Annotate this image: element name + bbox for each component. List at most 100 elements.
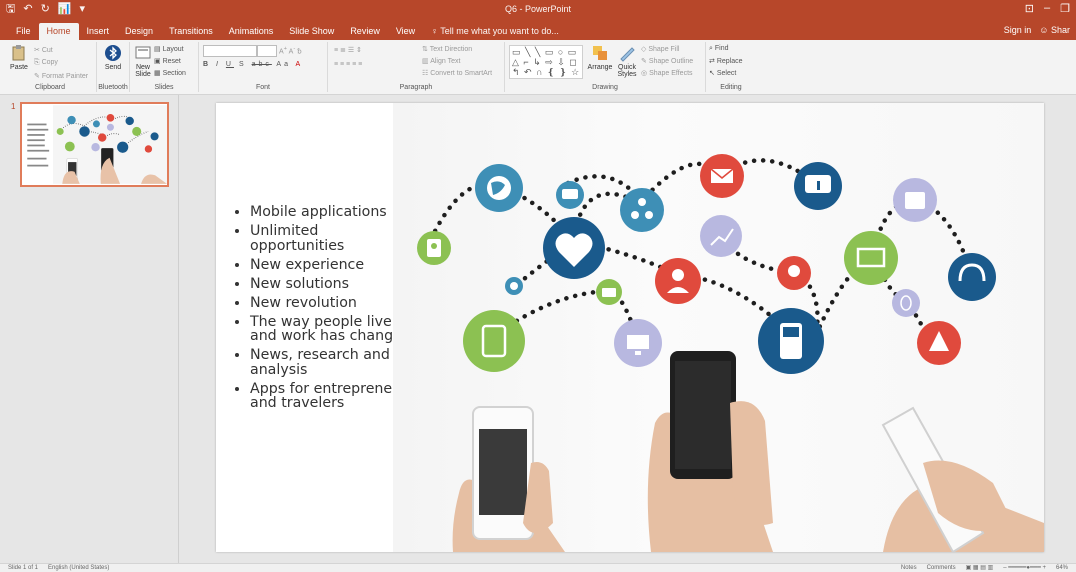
font-group: A+ A- ␢ B I U S abc Aa A Font bbox=[199, 42, 328, 92]
tab-slide-show[interactable]: Slide Show bbox=[281, 23, 342, 40]
sign-in-link[interactable]: Sign in bbox=[1004, 25, 1032, 35]
share-button[interactable]: ☺ Shar bbox=[1039, 25, 1070, 35]
bluetooth-icon bbox=[105, 45, 121, 61]
replace-button[interactable]: ⇄ Replace bbox=[709, 57, 743, 65]
shape-outline-button[interactable]: ✎ Shape Outline bbox=[641, 57, 693, 65]
phone-app-icon bbox=[758, 308, 824, 374]
convert-smartart-button[interactable]: ☷ Convert to SmartArt bbox=[422, 69, 492, 77]
list-buttons[interactable]: ≡ ≣ ☰ ⇕ bbox=[334, 46, 362, 54]
shape-effects-button[interactable]: ◎ Shape Effects bbox=[641, 69, 693, 77]
font-size-box[interactable] bbox=[257, 45, 277, 57]
tell-me-search[interactable]: ♀ Tell me what you want to do... bbox=[423, 23, 567, 40]
font-color-button[interactable]: A bbox=[296, 61, 304, 68]
restore-icon[interactable]: ❐ bbox=[1060, 2, 1070, 15]
shapes-gallery[interactable]: ▭ ╲ ╲ ▭ ○ ▭ △ ⌐ ↳ ⇨ ⇩ ◻ ↰ ↶ ∩ ❴ ❵ ☆ bbox=[509, 45, 584, 79]
minimize-icon[interactable]: – bbox=[1044, 2, 1050, 15]
replace-icon: ⇄ bbox=[709, 58, 715, 65]
bold-button[interactable]: B bbox=[203, 61, 211, 68]
lightbulb-icon: ♀ bbox=[431, 26, 438, 36]
text-direction-icon: ⇅ bbox=[422, 46, 428, 53]
paragraph-group: ≡ ≣ ☰ ⇕ ≡ ≡ ≡ ≡ ≡ ⇅ Text Direction ▥ Ali… bbox=[328, 42, 505, 92]
smartart-icon: ☷ bbox=[422, 70, 429, 77]
tab-file[interactable]: File bbox=[8, 23, 39, 40]
tab-design[interactable]: Design bbox=[117, 23, 161, 40]
briefcase-app-icon bbox=[596, 279, 622, 305]
chart-app-icon bbox=[700, 215, 742, 257]
change-case-button[interactable]: Aa bbox=[276, 61, 291, 68]
align-text-button[interactable]: ▥ Align Text bbox=[422, 57, 460, 65]
reset-button[interactable]: ▣ Reset bbox=[154, 57, 181, 65]
paste-button[interactable]: Paste bbox=[8, 44, 30, 71]
shadow-button[interactable]: S bbox=[239, 61, 247, 68]
window-title: Q6 - PowerPoint bbox=[504, 4, 572, 14]
bullet-list[interactable]: Mobile applications Unlimited opportunit… bbox=[230, 205, 415, 415]
ribbon-tabs: File Home Insert Design Transitions Anim… bbox=[8, 23, 567, 40]
tab-home[interactable]: Home bbox=[38, 23, 79, 40]
editing-group: ⌕ Find ⇄ Replace ↖ Select Editing bbox=[706, 42, 756, 92]
layout-button[interactable]: ▤ Layout bbox=[154, 45, 184, 53]
bullet-item: Apps for entrepreneurs and travelers bbox=[250, 381, 415, 411]
title-bar: 🖫 ↶ ↻ 📊 ▾ Q6 - PowerPoint ⊡ – ❐ bbox=[0, 0, 1076, 20]
cut-button[interactable]: ✂ Cut bbox=[34, 46, 53, 54]
ribbon-display-options-icon[interactable]: ⊡ bbox=[1025, 2, 1034, 15]
find-button[interactable]: ⌕ Find bbox=[709, 45, 729, 53]
bullet-item: The way people live and work has changed bbox=[250, 314, 415, 344]
arrange-icon bbox=[593, 46, 607, 60]
tab-review[interactable]: Review bbox=[342, 23, 388, 40]
align-text-icon: ▥ bbox=[422, 58, 429, 65]
slides-group: New Slide ▤ Layout ▣ Reset ▦ Section Sli… bbox=[130, 42, 199, 92]
ribbon-tabs-bar: File Home Insert Design Transitions Anim… bbox=[0, 20, 1076, 40]
underline-button[interactable]: U bbox=[226, 61, 234, 68]
slide-thumbnail-1[interactable] bbox=[20, 102, 169, 187]
tab-transitions[interactable]: Transitions bbox=[161, 23, 221, 40]
clipboard-group-label: Clipboard bbox=[35, 84, 65, 91]
format-painter-button[interactable]: ✎ Format Painter bbox=[34, 72, 88, 80]
window-controls: ⊡ – ❐ bbox=[1025, 2, 1070, 15]
person-chat-app-icon bbox=[777, 256, 811, 290]
tab-animations[interactable]: Animations bbox=[221, 23, 282, 40]
drawing-group-label: Drawing bbox=[592, 84, 618, 91]
bullet-item: Mobile applications bbox=[250, 205, 415, 220]
heart-app-icon bbox=[543, 217, 605, 279]
copy-button[interactable]: ⎘ Copy bbox=[34, 59, 58, 67]
monitor-app-icon bbox=[614, 319, 662, 367]
thumbnail-preview bbox=[27, 105, 167, 184]
align-buttons[interactable]: ≡ ≡ ≡ ≡ ≡ bbox=[334, 61, 362, 68]
effects-icon: ◎ bbox=[641, 70, 648, 77]
slides-group-label: Slides bbox=[154, 84, 174, 91]
quick-styles-icon bbox=[620, 47, 635, 62]
italic-button[interactable]: I bbox=[216, 61, 221, 68]
font-size-controls[interactable]: A+ A- ␢ bbox=[279, 46, 302, 55]
brush-icon: ✎ bbox=[34, 73, 40, 80]
hand-holding-tilted-phone bbox=[881, 406, 1044, 552]
arrange-button[interactable]: Arrange bbox=[587, 44, 613, 71]
clipboard-group: Paste ✂ Cut ⎘ Copy ✎ Format Painter Clip… bbox=[4, 42, 97, 92]
tab-view[interactable]: View bbox=[388, 23, 423, 40]
slide-picture[interactable] bbox=[393, 103, 1044, 552]
group-app-icon bbox=[620, 188, 664, 232]
send-button[interactable]: Send bbox=[101, 44, 125, 71]
app-network-illustration bbox=[417, 154, 1044, 552]
slide-canvas[interactable]: Mobile applications Unlimited opportunit… bbox=[216, 103, 1044, 552]
tab-insert[interactable]: Insert bbox=[79, 23, 118, 40]
bluetooth-group-label: Bluetooth bbox=[98, 84, 128, 91]
cursor-icon: ↖ bbox=[709, 70, 715, 77]
font-group-label: Font bbox=[255, 84, 270, 91]
laptop-app-icon bbox=[844, 231, 898, 285]
new-slide-button[interactable]: New Slide bbox=[132, 44, 154, 78]
text-direction-button[interactable]: ⇅ Text Direction bbox=[422, 45, 472, 53]
select-button[interactable]: ↖ Select bbox=[709, 69, 736, 77]
ribbon: Paste ✂ Cut ⎘ Copy ✎ Format Painter Clip… bbox=[0, 40, 1076, 95]
reset-icon: ▣ bbox=[154, 58, 161, 65]
paragraph-group-label: Paragraph bbox=[399, 84, 433, 91]
strikethrough-button[interactable]: abc bbox=[252, 61, 272, 68]
bullet-item: New experience bbox=[250, 257, 415, 273]
font-name-box[interactable] bbox=[203, 45, 257, 57]
chat-app-icon bbox=[556, 181, 584, 209]
quick-styles-button[interactable]: Quick Styles bbox=[615, 44, 639, 78]
section-button[interactable]: ▦ Section bbox=[154, 69, 186, 77]
shape-fill-button[interactable]: ◇ Shape Fill bbox=[641, 45, 679, 53]
slide-thumbnail-pane: 1 bbox=[0, 95, 179, 563]
drawing-group: ▭ ╲ ╲ ▭ ○ ▭ △ ⌐ ↳ ⇨ ⇩ ◻ ↰ ↶ ∩ ❴ ❵ ☆ Arrang… bbox=[505, 42, 706, 92]
new-slide-icon bbox=[135, 46, 151, 59]
